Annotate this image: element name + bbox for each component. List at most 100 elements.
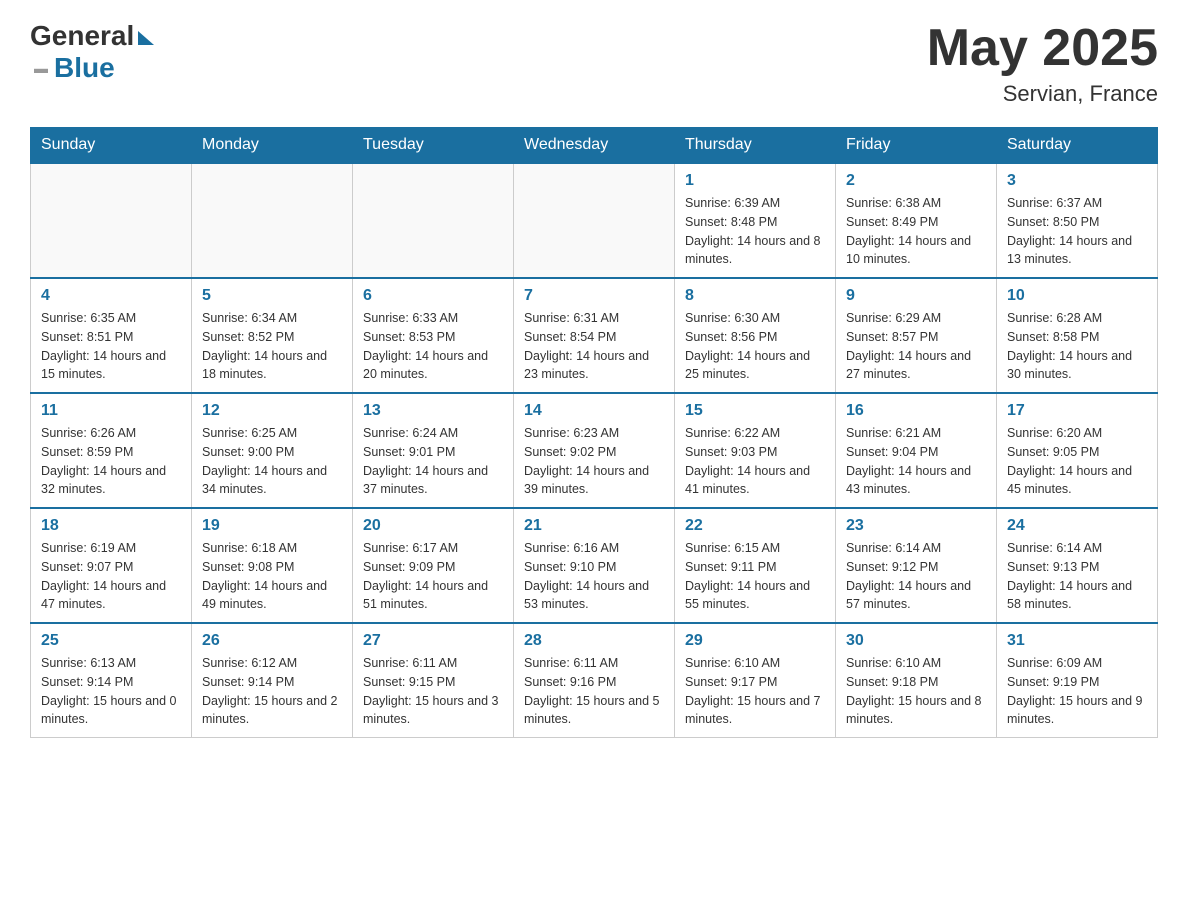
calendar-cell: 25Sunrise: 6:13 AM Sunset: 9:14 PM Dayli… (31, 623, 192, 738)
calendar-cell: 18 Sunrise: 6:19 AM Sunset: 9:07 PM Dayli… (31, 508, 192, 623)
day-info: Sunrise: 6:26 AM Sunset: 8:59 PM Dayligh… (41, 424, 181, 499)
calendar-table: Sunday Monday Tuesday Wednesday Thursday… (30, 127, 1158, 738)
day-number: 9 (846, 287, 986, 305)
day-number: 10 (1007, 287, 1147, 305)
day-info: Sunrise: 6:39 AM Sunset: 8:48 PM Dayligh… (685, 194, 825, 269)
header-wednesday: Wednesday (514, 128, 675, 164)
day-info: Sunrise: 6:11 AM Sunset: 9:16 PM Dayligh… (524, 654, 664, 729)
day-info: Sunrise: 6:29 AM Sunset: 8:57 PM Dayligh… (846, 309, 986, 384)
day-number: 19 (202, 517, 342, 535)
logo: General ▬ Blue (30, 20, 154, 84)
calendar-cell (192, 163, 353, 278)
calendar-cell: 8 Sunrise: 6:30 AM Sunset: 8:56 PM Daylig… (675, 278, 836, 393)
calendar-cell: 26 Sunrise: 6:12 AM Sunset: 9:14 PM Dayli… (192, 623, 353, 738)
calendar-cell: 12 Sunrise: 6:25 AM Sunset: 9:00 PM Dayli… (192, 393, 353, 508)
day-number: 11 (41, 402, 181, 420)
day-info: Sunrise: 6:37 AM Sunset: 8:50 PM Dayligh… (1007, 194, 1147, 269)
day-info: Sunrise: 6:21 AM Sunset: 9:04 PM Dayligh… (846, 424, 986, 499)
day-info: Sunrise: 6:35 AM Sunset: 8:51 PM Dayligh… (41, 309, 181, 384)
day-number: 27 (363, 632, 503, 650)
day-number: 8 (685, 287, 825, 305)
day-info: Sunrise: 6:13 AM Sunset: 9:14 PM Dayligh… (41, 654, 181, 729)
day-info: Sunrise: 6:33 AM Sunset: 8:53 PM Dayligh… (363, 309, 503, 384)
day-number: 14 (524, 402, 664, 420)
logo-general-text: General (30, 20, 134, 52)
title-area: May 2025 Servian, France (927, 20, 1158, 107)
calendar-cell: 10 Sunrise: 6:28 AM Sunset: 8:58 PM Dayli… (997, 278, 1158, 393)
calendar-cell: 29Sunrise: 6:10 AM Sunset: 9:17 PM Dayli… (675, 623, 836, 738)
day-number: 21 (524, 517, 664, 535)
day-number: 31 (1007, 632, 1147, 650)
calendar-cell: 11 Sunrise: 6:26 AM Sunset: 8:59 PM Dayli… (31, 393, 192, 508)
day-info: Sunrise: 6:30 AM Sunset: 8:56 PM Dayligh… (685, 309, 825, 384)
day-number: 13 (363, 402, 503, 420)
day-info: Sunrise: 6:34 AM Sunset: 8:52 PM Dayligh… (202, 309, 342, 384)
day-info: Sunrise: 6:28 AM Sunset: 8:58 PM Dayligh… (1007, 309, 1147, 384)
calendar-header-row: Sunday Monday Tuesday Wednesday Thursday… (31, 128, 1158, 164)
day-info: Sunrise: 6:22 AM Sunset: 9:03 PM Dayligh… (685, 424, 825, 499)
day-number: 18 (41, 517, 181, 535)
header-monday: Monday (192, 128, 353, 164)
logo-blue-text: Blue (54, 52, 115, 84)
day-number: 2 (846, 172, 986, 190)
header-friday: Friday (836, 128, 997, 164)
calendar-cell: 9 Sunrise: 6:29 AM Sunset: 8:57 PM Daylig… (836, 278, 997, 393)
calendar-cell: 13 Sunrise: 6:24 AM Sunset: 9:01 PM Dayli… (353, 393, 514, 508)
week-row-1: 1 Sunrise: 6:39 AM Sunset: 8:48 PM Daylig… (31, 163, 1158, 278)
header-tuesday: Tuesday (353, 128, 514, 164)
calendar-cell: 15 Sunrise: 6:22 AM Sunset: 9:03 PM Dayli… (675, 393, 836, 508)
day-number: 1 (685, 172, 825, 190)
calendar-cell: 1 Sunrise: 6:39 AM Sunset: 8:48 PM Daylig… (675, 163, 836, 278)
day-number: 26 (202, 632, 342, 650)
calendar-cell: 28 Sunrise: 6:11 AM Sunset: 9:16 PM Dayli… (514, 623, 675, 738)
calendar-cell: 22Sunrise: 6:15 AM Sunset: 9:11 PM Dayli… (675, 508, 836, 623)
calendar-cell: 7Sunrise: 6:31 AM Sunset: 8:54 PM Daylig… (514, 278, 675, 393)
calendar-cell: 21 Sunrise: 6:16 AM Sunset: 9:10 PM Dayli… (514, 508, 675, 623)
day-info: Sunrise: 6:18 AM Sunset: 9:08 PM Dayligh… (202, 539, 342, 614)
calendar-cell: 4 Sunrise: 6:35 AM Sunset: 8:51 PM Daylig… (31, 278, 192, 393)
calendar-cell: 30Sunrise: 6:10 AM Sunset: 9:18 PM Dayli… (836, 623, 997, 738)
calendar-cell: 27 Sunrise: 6:11 AM Sunset: 9:15 PM Dayli… (353, 623, 514, 738)
week-row-2: 4 Sunrise: 6:35 AM Sunset: 8:51 PM Daylig… (31, 278, 1158, 393)
day-info: Sunrise: 6:17 AM Sunset: 9:09 PM Dayligh… (363, 539, 503, 614)
day-number: 16 (846, 402, 986, 420)
week-row-5: 25Sunrise: 6:13 AM Sunset: 9:14 PM Dayli… (31, 623, 1158, 738)
day-number: 5 (202, 287, 342, 305)
calendar-cell: 24Sunrise: 6:14 AM Sunset: 9:13 PM Dayli… (997, 508, 1158, 623)
day-info: Sunrise: 6:14 AM Sunset: 9:13 PM Dayligh… (1007, 539, 1147, 614)
day-number: 15 (685, 402, 825, 420)
day-info: Sunrise: 6:25 AM Sunset: 9:00 PM Dayligh… (202, 424, 342, 499)
header-thursday: Thursday (675, 128, 836, 164)
calendar-cell (31, 163, 192, 278)
day-info: Sunrise: 6:12 AM Sunset: 9:14 PM Dayligh… (202, 654, 342, 729)
calendar-cell (353, 163, 514, 278)
calendar-cell: 5 Sunrise: 6:34 AM Sunset: 8:52 PM Daylig… (192, 278, 353, 393)
page-header: General ▬ Blue May 2025 Servian, France (30, 20, 1158, 107)
location-text: Servian, France (927, 81, 1158, 107)
day-info: Sunrise: 6:09 AM Sunset: 9:19 PM Dayligh… (1007, 654, 1147, 729)
day-number: 6 (363, 287, 503, 305)
day-number: 3 (1007, 172, 1147, 190)
day-info: Sunrise: 6:20 AM Sunset: 9:05 PM Dayligh… (1007, 424, 1147, 499)
day-info: Sunrise: 6:19 AM Sunset: 9:07 PM Dayligh… (41, 539, 181, 614)
calendar-cell: 31 Sunrise: 6:09 AM Sunset: 9:19 PM Dayli… (997, 623, 1158, 738)
day-info: Sunrise: 6:24 AM Sunset: 9:01 PM Dayligh… (363, 424, 503, 499)
day-number: 7 (524, 287, 664, 305)
header-sunday: Sunday (31, 128, 192, 164)
day-info: Sunrise: 6:11 AM Sunset: 9:15 PM Dayligh… (363, 654, 503, 729)
day-number: 12 (202, 402, 342, 420)
day-info: Sunrise: 6:23 AM Sunset: 9:02 PM Dayligh… (524, 424, 664, 499)
calendar-cell: 2 Sunrise: 6:38 AM Sunset: 8:49 PM Daylig… (836, 163, 997, 278)
calendar-cell: 20Sunrise: 6:17 AM Sunset: 9:09 PM Dayli… (353, 508, 514, 623)
day-number: 28 (524, 632, 664, 650)
day-number: 22 (685, 517, 825, 535)
logo-arrow-icon (138, 31, 154, 45)
week-row-4: 18 Sunrise: 6:19 AM Sunset: 9:07 PM Dayli… (31, 508, 1158, 623)
calendar-cell: 6 Sunrise: 6:33 AM Sunset: 8:53 PM Daylig… (353, 278, 514, 393)
day-info: Sunrise: 6:10 AM Sunset: 9:17 PM Dayligh… (685, 654, 825, 729)
day-info: Sunrise: 6:16 AM Sunset: 9:10 PM Dayligh… (524, 539, 664, 614)
calendar-cell: 14 Sunrise: 6:23 AM Sunset: 9:02 PM Dayli… (514, 393, 675, 508)
day-info: Sunrise: 6:38 AM Sunset: 8:49 PM Dayligh… (846, 194, 986, 269)
month-title: May 2025 (927, 20, 1158, 77)
day-number: 4 (41, 287, 181, 305)
